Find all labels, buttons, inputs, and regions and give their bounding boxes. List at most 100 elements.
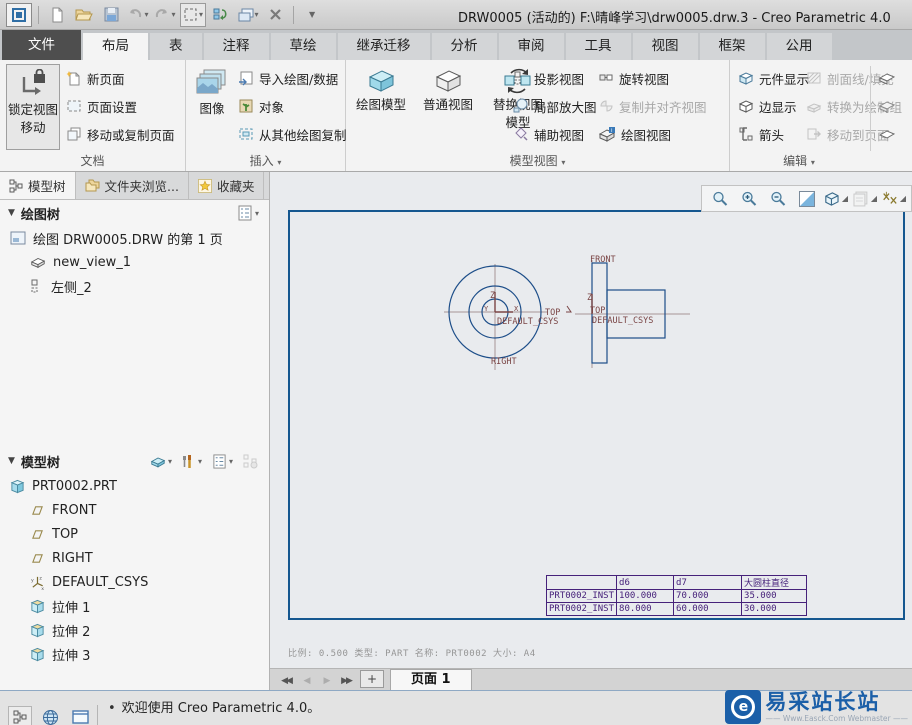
tab-layout[interactable]: 布局 bbox=[83, 33, 148, 60]
drawing-model-button[interactable]: 绘图模型 bbox=[350, 64, 412, 112]
regenerate-button[interactable] bbox=[209, 3, 233, 27]
tab-analysis[interactable]: 分析 bbox=[431, 33, 497, 60]
previous-page-button[interactable]: ◀ bbox=[296, 676, 316, 690]
model-tree-item-top[interactable]: TOP bbox=[0, 522, 269, 546]
group-label-insert[interactable]: 插入 ▾ bbox=[186, 152, 345, 169]
zoom-out-button[interactable] bbox=[765, 187, 790, 210]
move-to-page-button[interactable]: 移动到页面 bbox=[806, 122, 890, 146]
arrows-label: 箭头 bbox=[759, 127, 785, 143]
object-button[interactable]: 对象 bbox=[238, 94, 284, 118]
copy-align-view-button[interactable]: 复制并对齐视图 bbox=[598, 94, 707, 118]
new-file-button[interactable] bbox=[45, 3, 69, 27]
group-label-model-views[interactable]: 模型视图 ▾ bbox=[346, 152, 729, 169]
model-tree-section: ▼ 模型树 ▾ ▾ ▾ PRT0002.PRT FRONT TOP RIGHT … bbox=[0, 448, 269, 666]
copy-from-other-drawing-button[interactable]: 从其他绘图复制 bbox=[238, 122, 347, 146]
drawing-tree-item-sheet[interactable]: 绘图 DRW0005.DRW 的第 1 页 bbox=[0, 226, 269, 250]
tab-common[interactable]: 公用 bbox=[766, 33, 832, 60]
lock-view-move-button[interactable]: 锁定视图 移动 bbox=[6, 64, 60, 150]
model-tree-item-extrude3[interactable]: 拉伸 3 bbox=[0, 642, 269, 666]
drawing-view-front[interactable]: Z Y X TOP DEFAULT_CSYS RIGHT bbox=[444, 264, 572, 370]
edge-display-button[interactable]: 边显示 bbox=[738, 94, 797, 118]
windows-dropdown-arrow[interactable]: ▾ bbox=[255, 10, 259, 19]
zoom-in-button[interactable] bbox=[736, 187, 761, 210]
tab-annotate[interactable]: 注释 bbox=[203, 33, 269, 60]
projection-view-button[interactable]: 投影视图 bbox=[513, 66, 584, 90]
general-view-button[interactable]: 普通视图 bbox=[416, 64, 480, 112]
image-button[interactable]: 图像 bbox=[190, 64, 234, 116]
edit-extra-button-1[interactable] bbox=[878, 66, 896, 90]
model-tree-item-front[interactable]: FRONT bbox=[0, 498, 269, 522]
model-tree-item-part[interactable]: PRT0002.PRT bbox=[0, 474, 269, 498]
model-tree-tools-button[interactable]: ▾ bbox=[180, 453, 204, 470]
import-drawing-button[interactable]: 导入绘图/数据 bbox=[238, 66, 338, 90]
tab-file[interactable]: 文件 bbox=[2, 30, 81, 60]
page-tab-1[interactable]: 页面 1 bbox=[390, 669, 472, 690]
drawing-tree-item-view[interactable]: new_view_1 bbox=[0, 250, 269, 274]
aux-view-button[interactable]: 辅助视图 bbox=[513, 122, 584, 146]
repaint-button[interactable] bbox=[794, 187, 819, 210]
convert-draft-icon bbox=[806, 103, 822, 113]
web-browser-button[interactable] bbox=[38, 706, 62, 725]
navigator-tab-favorites[interactable]: 收藏夹 bbox=[189, 172, 265, 199]
redo-dropdown-arrow[interactable]: ▾ bbox=[171, 10, 175, 19]
move-copy-page-button[interactable]: 移动或复制页面 bbox=[66, 122, 175, 146]
model-tree-show-button[interactable] bbox=[241, 453, 261, 470]
windows-button[interactable]: ▾ bbox=[236, 3, 260, 27]
edit-extra-button-3[interactable] bbox=[878, 122, 896, 146]
add-page-button[interactable]: + bbox=[360, 670, 384, 688]
graphics-area[interactable]: Z Y X TOP DEFAULT_CSYS RIGHT FRONT Z TOP… bbox=[270, 172, 912, 690]
undo-dropdown-arrow[interactable]: ▾ bbox=[144, 10, 148, 19]
model-tree-settings-button[interactable]: ▾ bbox=[210, 453, 235, 470]
edit-extra-button-2[interactable] bbox=[878, 94, 896, 118]
first-page-button[interactable]: ◀◀ bbox=[276, 676, 296, 690]
lock-view-move-icon bbox=[22, 69, 45, 95]
display-style-button[interactable]: ◢ bbox=[823, 187, 848, 210]
model-tree-item-csys[interactable]: yz x DEFAULT_CSYS bbox=[0, 570, 269, 594]
drawing-view-button[interactable]: i 绘图视图 bbox=[598, 122, 671, 146]
arrows-button[interactable]: 箭头 bbox=[738, 122, 784, 146]
close-window-button[interactable] bbox=[263, 3, 287, 27]
toggle-navigator-button[interactable] bbox=[8, 706, 32, 725]
model-tree-item-right[interactable]: RIGHT bbox=[0, 546, 269, 570]
model-tree-item-extrude2[interactable]: 拉伸 2 bbox=[0, 618, 269, 642]
tab-sketch[interactable]: 草绘 bbox=[270, 33, 336, 60]
drawing-tree-settings-button[interactable]: ▾ bbox=[235, 204, 261, 222]
drawing-view-side[interactable]: FRONT Z TOP DEFAULT_CSYS bbox=[575, 255, 690, 368]
zoom-region-button[interactable] bbox=[707, 187, 732, 210]
model-tree-item-extrude1[interactable]: 拉伸 1 bbox=[0, 594, 269, 618]
tab-tools[interactable]: 工具 bbox=[565, 33, 631, 60]
customize-qat-button[interactable]: ▼ bbox=[300, 3, 324, 27]
drawing-tree-item-projection[interactable]: 左侧_2 bbox=[0, 274, 269, 298]
navigator-tab-model-tree[interactable]: 模型树 bbox=[0, 172, 76, 199]
open-file-button[interactable] bbox=[72, 3, 96, 27]
component-display-button[interactable]: 元件显示 bbox=[738, 66, 809, 90]
family-table[interactable]: d6 d7 大圆柱直径 PRT0002_INST 100.000 70.000 … bbox=[545, 575, 808, 616]
drawing-tree-collapse-arrow[interactable]: ▼ bbox=[8, 208, 15, 218]
full-screen-button[interactable] bbox=[68, 706, 92, 725]
last-page-button[interactable]: ▶▶ bbox=[336, 676, 356, 690]
new-page-button[interactable]: 新页面 bbox=[66, 66, 125, 90]
tab-legacy-migration[interactable]: 继承迁移 bbox=[337, 33, 430, 60]
select-mode-button[interactable]: ▾ bbox=[180, 2, 207, 27]
tab-framework[interactable]: 框架 bbox=[699, 33, 765, 60]
redo-button[interactable]: ▾ bbox=[153, 3, 177, 27]
tab-view[interactable]: 视图 bbox=[632, 33, 698, 60]
app-menu-button[interactable] bbox=[6, 2, 32, 27]
datum-plane-icon bbox=[32, 505, 43, 515]
next-page-button[interactable]: ▶ bbox=[316, 676, 336, 690]
tab-review[interactable]: 审阅 bbox=[498, 33, 564, 60]
model-tree-collapse-arrow[interactable]: ▼ bbox=[8, 456, 15, 466]
datum-display-button[interactable]: ◢ bbox=[881, 187, 906, 210]
rotate-view-button[interactable]: 旋转视图 bbox=[598, 66, 669, 90]
undo-button[interactable]: ▾ bbox=[126, 3, 150, 27]
detail-view-button[interactable]: 局部放大图 bbox=[513, 94, 597, 118]
model-tree-filter-button[interactable]: ▾ bbox=[148, 454, 174, 469]
page-setup-button[interactable]: 页面设置 bbox=[66, 94, 137, 118]
group-label-edit[interactable]: 编辑 ▾ bbox=[730, 152, 868, 169]
annotation-display-button[interactable]: ◢ bbox=[852, 187, 877, 210]
select-mode-dropdown-arrow[interactable]: ▾ bbox=[199, 10, 203, 19]
save-button[interactable] bbox=[99, 3, 123, 27]
navigator-tab-folder-browser[interactable]: 文件夹浏览... bbox=[76, 172, 189, 199]
sheet-outline-icon bbox=[878, 101, 896, 113]
tab-table[interactable]: 表 bbox=[150, 33, 202, 60]
